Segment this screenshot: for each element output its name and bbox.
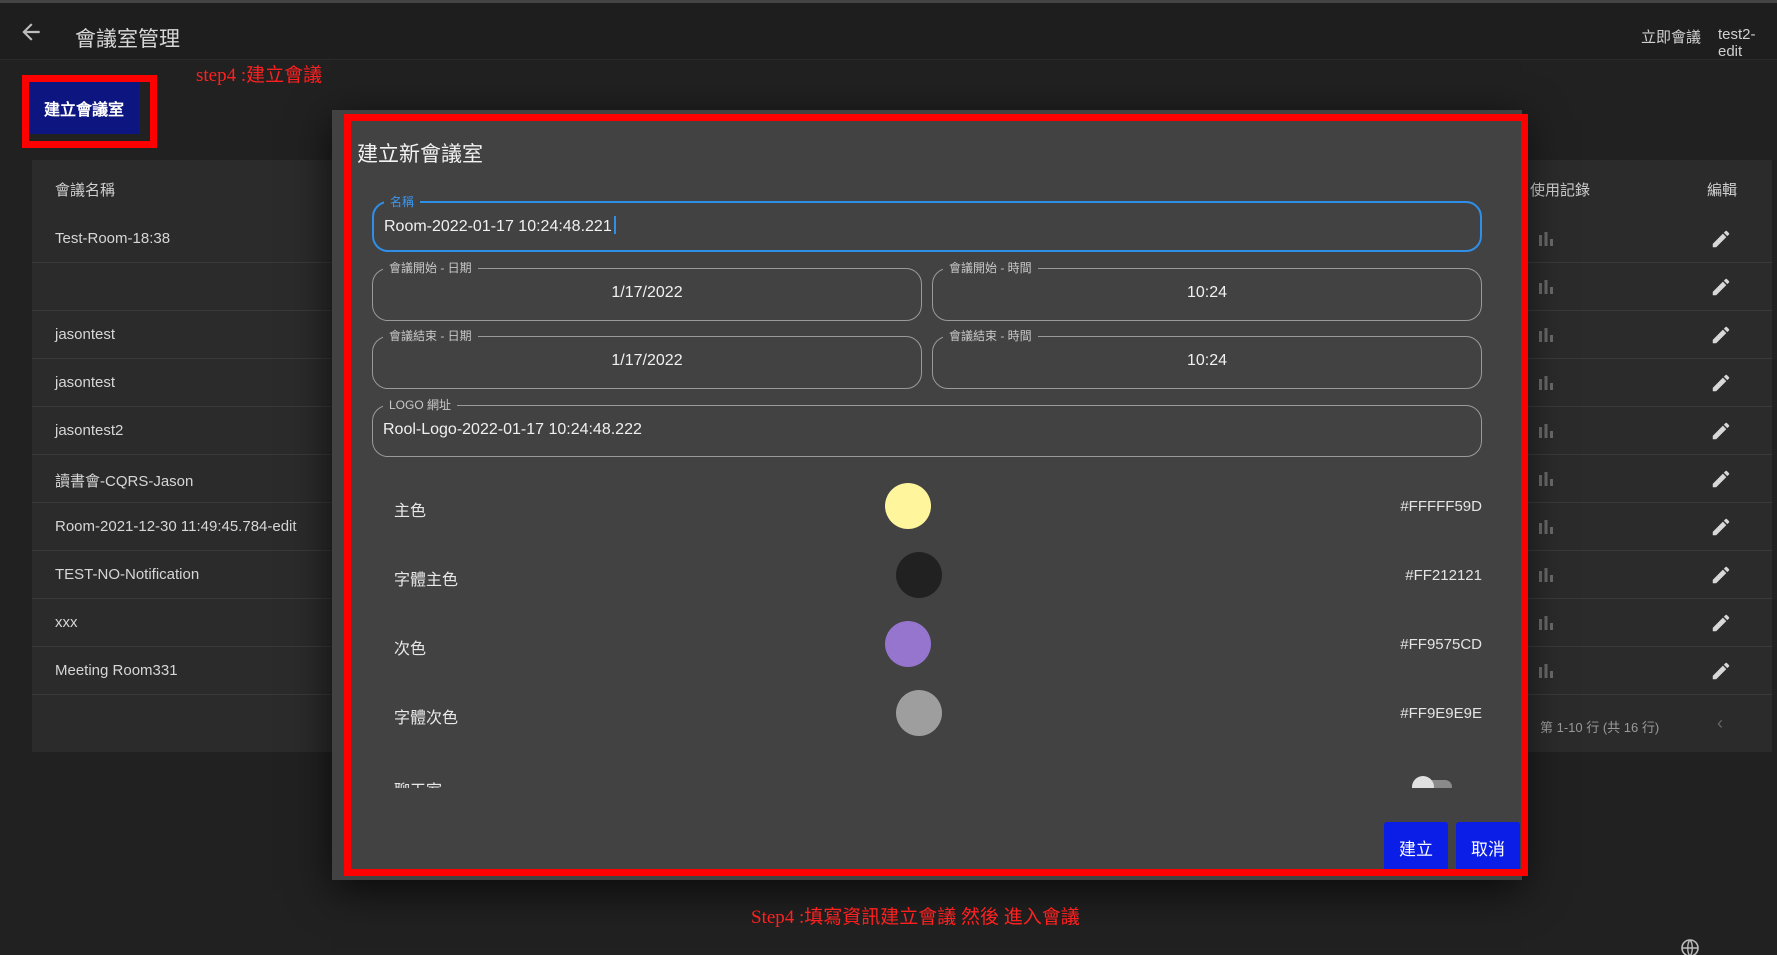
primary-color-hex: #FFFFF59D <box>1400 498 1482 515</box>
room-name-cell: jasontest2 <box>55 422 124 439</box>
globe-icon[interactable] <box>1680 938 1700 955</box>
pencil-icon[interactable] <box>1710 276 1732 298</box>
bar-chart-icon[interactable] <box>1537 423 1555 439</box>
text-caret <box>613 216 616 234</box>
primary-font-color-hex: #FF212121 <box>1405 567 1482 584</box>
pencil-icon[interactable] <box>1710 228 1732 250</box>
logo-url-field[interactable]: LOGO 網址 Rool-Logo-2022-01-17 10:24:48.22… <box>372 397 1482 457</box>
back-arrow-icon[interactable] <box>18 19 44 45</box>
app-root: 會議室管理 立即會議 test2-edit 建立會議室 step4 :建立會議 … <box>0 0 1777 955</box>
room-name-cell: jasontest <box>55 326 116 343</box>
secondary-font-color-label: 字體次色 <box>394 710 459 727</box>
end-time-value: 10:24 <box>1186 352 1228 369</box>
page-title: 會議室管理 <box>75 28 180 51</box>
secondary-font-color-swatch[interactable] <box>896 690 942 736</box>
bar-chart-icon[interactable] <box>1537 567 1555 583</box>
secondary-color-hex: #FF9575CD <box>1400 636 1482 653</box>
cancel-button[interactable]: 取消 <box>1456 822 1520 872</box>
pencil-icon[interactable] <box>1710 372 1732 394</box>
bar-chart-icon[interactable] <box>1537 327 1555 343</box>
room-name-cell: xxx <box>55 614 78 631</box>
pencil-icon[interactable] <box>1710 516 1732 538</box>
secondary-color-swatch[interactable] <box>885 621 931 667</box>
end-time-field[interactable]: 會議結束 - 時間 10:24 <box>932 328 1482 389</box>
room-name-field[interactable]: 名稱 Room-2022-01-17 10:24:48.221 <box>372 194 1482 252</box>
instant-meeting-link[interactable]: 立即會議 <box>1641 26 1701 47</box>
room-name-cell: 讀書會-CQRS-Jason <box>55 473 194 490</box>
room-name-cell: TEST-NO-Notification <box>55 566 200 583</box>
primary-font-color-label: 字體主色 <box>394 572 459 589</box>
create-button[interactable]: 建立 <box>1384 822 1448 872</box>
user-menu[interactable]: test2-edit <box>1718 26 1777 60</box>
pencil-icon[interactable] <box>1710 660 1732 682</box>
secondary-color-label: 次色 <box>394 641 427 658</box>
room-name-cell: Test-Room-18:38 <box>55 230 171 247</box>
primary-color-label: 主色 <box>394 503 427 520</box>
bar-chart-icon[interactable] <box>1537 375 1555 391</box>
pencil-icon[interactable] <box>1710 612 1732 634</box>
column-header-name: 會議名稱 <box>55 182 116 199</box>
room-name-cell: Room-2021-12-30 11:49:45.784-edit <box>55 518 297 535</box>
dialog-title: 建立新會議室 <box>357 143 483 166</box>
annotation-step-top: step4 :建立會議 <box>196 65 323 86</box>
logo-url-value: Rool-Logo-2022-01-17 10:24:48.222 <box>383 421 642 438</box>
start-date-field[interactable]: 會議開始 - 日期 1/17/2022 <box>372 260 922 321</box>
primary-font-color-swatch[interactable] <box>896 552 942 598</box>
bar-chart-icon[interactable] <box>1537 663 1555 679</box>
start-date-value: 1/17/2022 <box>611 284 683 301</box>
pencil-icon[interactable] <box>1710 564 1732 586</box>
bar-chart-icon[interactable] <box>1537 471 1555 487</box>
start-time-field[interactable]: 會議開始 - 時間 10:24 <box>932 260 1482 321</box>
pencil-icon[interactable] <box>1710 324 1732 346</box>
primary-color-swatch[interactable] <box>885 483 931 529</box>
pencil-icon[interactable] <box>1710 420 1732 442</box>
end-date-value: 1/17/2022 <box>611 352 683 369</box>
secondary-font-color-hex: #FF9E9E9E <box>1400 705 1482 722</box>
start-time-value: 10:24 <box>1186 284 1228 301</box>
bar-chart-icon[interactable] <box>1537 615 1555 631</box>
scroll-clip <box>332 788 1522 800</box>
pencil-icon[interactable] <box>1710 468 1732 490</box>
bar-chart-icon[interactable] <box>1537 279 1555 295</box>
create-room-button[interactable]: 建立會議室 <box>29 82 139 134</box>
chevron-left-icon[interactable]: ‹ <box>1717 713 1723 734</box>
room-name-cell: jasontest <box>55 374 116 391</box>
column-header-edit: 編輯 <box>1707 182 1738 199</box>
room-name-cell: Meeting Room331 <box>55 662 178 679</box>
annotation-step-bottom: Step4 :填寫資訊建立會議 然後 進入會議 <box>751 907 1080 928</box>
top-app-bar: 會議室管理 立即會議 test2-edit <box>0 0 1777 60</box>
room-name-value: Room-2022-01-17 10:24:48.221 <box>384 203 616 251</box>
create-room-dialog: 建立新會議室 名稱 Room-2022-01-17 10:24:48.221 會… <box>332 110 1522 880</box>
column-header-usage: 使用記錄 <box>1530 182 1591 199</box>
end-date-field[interactable]: 會議結束 - 日期 1/17/2022 <box>372 328 922 389</box>
bar-chart-icon[interactable] <box>1537 231 1555 247</box>
bar-chart-icon[interactable] <box>1537 519 1555 535</box>
pagination-info: 第 1-10 行 (共 16 行) <box>1540 720 1660 735</box>
